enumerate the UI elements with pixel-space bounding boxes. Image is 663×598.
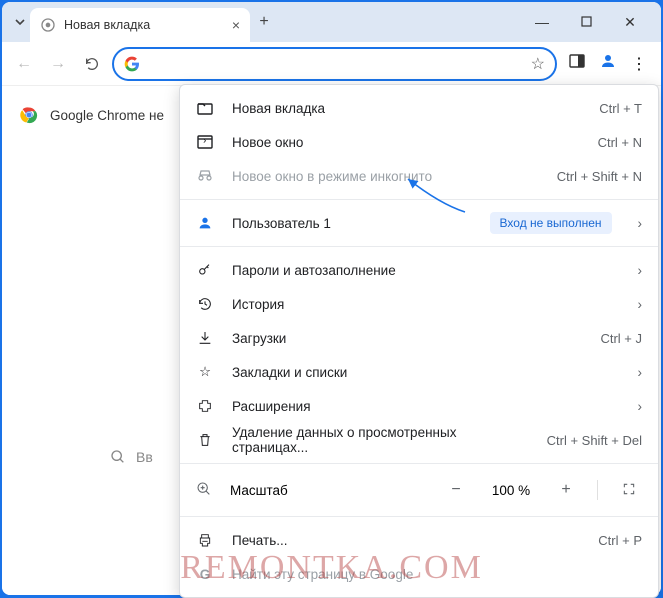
address-input[interactable] [148,56,523,72]
titlebar: Новая вкладка × + — ✕ [2,2,661,42]
fullscreen-button[interactable] [616,482,642,499]
menu-passwords[interactable]: Пароли и автозаполнение › [180,253,658,287]
browser-tab[interactable]: Новая вкладка × [30,8,250,42]
menu-clear-data[interactable]: Удаление данных о просмотренных страница… [180,423,658,457]
trash-icon [196,432,214,448]
search-hint: Вв [110,449,153,465]
zoom-icon [196,481,212,500]
close-window-button[interactable]: ✕ [617,14,643,31]
maximize-button[interactable] [573,14,599,31]
window-icon [196,135,214,149]
profile-icon [196,215,214,231]
print-icon [196,532,214,548]
reload-button[interactable] [78,50,106,78]
menu-new-window[interactable]: Новое окно Ctrl + N [180,125,658,159]
menu-print[interactable]: Печать... Ctrl + P [180,523,658,557]
chrome-tab-icon [40,17,56,33]
main-menu: Новая вкладка Ctrl + T Новое окно Ctrl +… [179,84,659,598]
chevron-right-icon: › [638,399,643,414]
menu-profile[interactable]: Пользователь 1 Вход не выполнен › [180,206,658,240]
chevron-right-icon: › [638,216,643,231]
tab-search-button[interactable] [10,16,30,28]
reload-icon [84,56,100,72]
star-icon: ☆ [196,364,214,380]
download-icon [196,330,214,346]
zoom-value: 100 % [487,483,535,498]
chevron-right-icon: › [638,365,643,380]
google-g-icon [124,56,140,72]
search-icon [110,449,126,465]
menu-incognito[interactable]: Новое окно в режиме инкогнито Ctrl + Shi… [180,159,658,193]
profile-icon [599,52,617,70]
zoom-in-button[interactable]: + [553,481,579,499]
panel-icon [569,53,585,69]
extension-icon [196,398,214,414]
back-button[interactable]: ← [10,50,38,78]
google-g-icon: G [196,567,214,582]
minimize-button[interactable]: — [529,14,555,31]
new-tab-button[interactable]: + [250,13,278,31]
menu-downloads[interactable]: Загрузки Ctrl + J [180,321,658,355]
menu-find-google[interactable]: G Найти эту страницу в Google [180,557,658,591]
page-text: Google Chrome не [50,108,164,123]
tab-icon [196,101,214,115]
chevron-right-icon: › [638,263,643,278]
menu-extensions[interactable]: Расширения › [180,389,658,423]
sign-in-badge: Вход не выполнен [490,212,612,234]
menu-history[interactable]: История › [180,287,658,321]
toolbar: ← → ☆ ⋮ [2,42,661,86]
forward-button[interactable]: → [44,50,72,78]
zoom-out-button[interactable]: − [443,481,469,499]
tab-close-button[interactable]: × [232,17,240,33]
bookmark-star-button[interactable]: ☆ [531,54,545,74]
omnibox[interactable]: ☆ [112,47,557,81]
tab-title: Новая вкладка [64,18,224,32]
incognito-icon [196,169,214,183]
chevron-right-icon: › [638,297,643,312]
menu-new-tab[interactable]: Новая вкладка Ctrl + T [180,91,658,125]
main-menu-button[interactable]: ⋮ [631,54,647,74]
menu-zoom: Масштаб − 100 % + [180,470,658,510]
key-icon [196,262,214,278]
side-panel-button[interactable] [569,53,585,74]
chevron-down-icon [14,16,26,28]
window-controls: — ✕ [529,14,653,31]
history-icon [196,296,214,312]
menu-bookmarks[interactable]: ☆ Закладки и списки › [180,355,658,389]
chrome-icon [20,106,38,124]
profile-button[interactable] [599,52,617,75]
